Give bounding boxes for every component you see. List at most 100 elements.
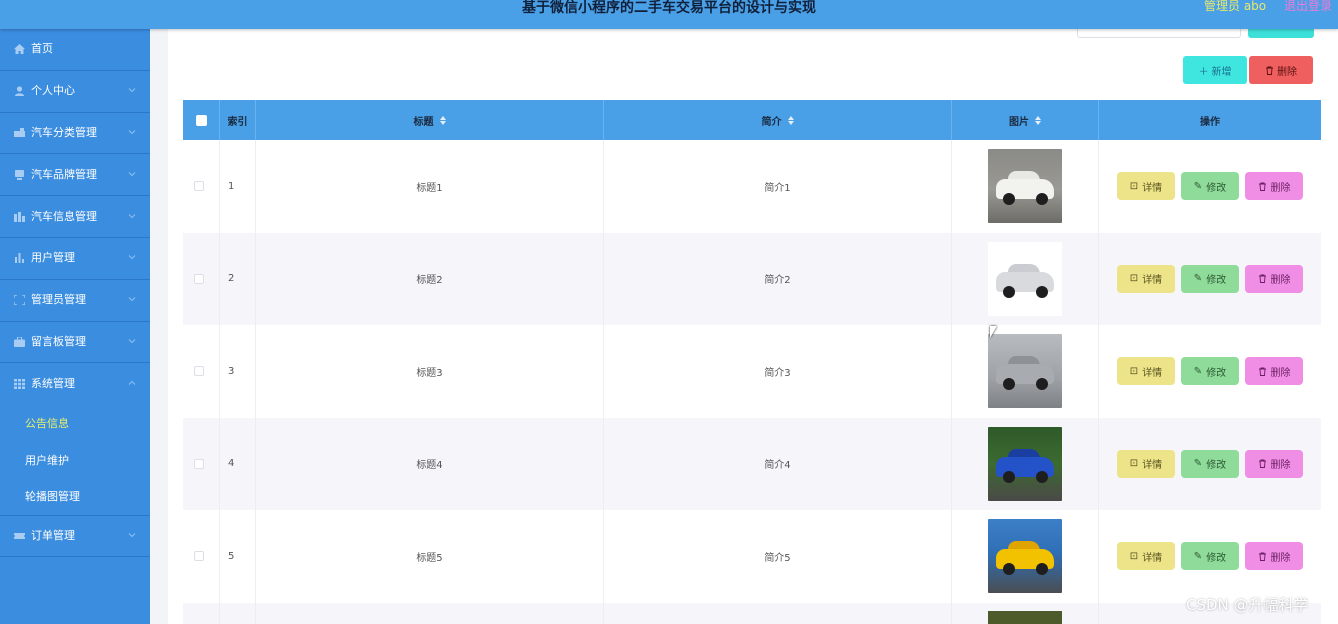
- mouse-cursor: [990, 326, 997, 338]
- sidebar-item-label: 汽车分类管理: [31, 125, 97, 139]
- intro-cell: [604, 602, 952, 624]
- table-row: 5 标题5 简介5 ⊡ 详情 ✎ 修改 删除: [183, 510, 1321, 603]
- select-all-checkbox[interactable]: [195, 114, 207, 126]
- car-image[interactable]: [988, 149, 1062, 224]
- title-cell: 标题1: [256, 140, 604, 233]
- chevron-down-icon: [128, 533, 136, 538]
- delete-button[interactable]: 删除: [1245, 449, 1303, 478]
- edit-button[interactable]: ✎ 修改: [1181, 264, 1239, 293]
- sidebar-item-message-board[interactable]: 留言板管理: [0, 322, 150, 364]
- sidebar-item-home[interactable]: 首页: [0, 29, 150, 71]
- briefcase-icon: [14, 336, 25, 347]
- header-image[interactable]: 图片: [952, 100, 1099, 140]
- edit-button[interactable]: ✎ 修改: [1181, 542, 1239, 571]
- edit-icon: ✎: [1193, 365, 1203, 377]
- car-category-icon: [14, 127, 25, 138]
- action-cell: ⊡ 详情 ✎ 修改 删除: [1099, 325, 1321, 418]
- trash-icon: [1258, 459, 1266, 469]
- search-input[interactable]: [1077, 29, 1241, 38]
- sidebar-item-orders[interactable]: 订单管理: [0, 516, 150, 558]
- logout-link[interactable]: 退出登录: [1284, 0, 1332, 14]
- header-index-label: 索引: [227, 116, 248, 128]
- action-cell: ⊡ 详情 ✎ 修改 删除: [1099, 510, 1321, 603]
- delete-button[interactable]: 删除: [1245, 542, 1303, 571]
- delete-label: 删除: [1270, 275, 1291, 287]
- grid-icon: [14, 379, 25, 390]
- sidebar-item-user-mgmt[interactable]: 用户管理: [0, 238, 150, 280]
- sidebar-subitem-notice[interactable]: 公告信息: [0, 405, 150, 442]
- batch-delete-label: 删除: [1277, 66, 1297, 78]
- edit-button[interactable]: ✎ 修改: [1181, 449, 1239, 478]
- table-row: 3 标题3 简介3 ⊡ 详情 ✎ 修改 删除: [183, 325, 1321, 418]
- batch-delete-button[interactable]: 删除: [1249, 56, 1313, 84]
- sidebar-subitem-user-maintain[interactable]: 用户维护: [0, 442, 150, 479]
- car-image[interactable]: [988, 334, 1062, 409]
- car-image[interactable]: [988, 426, 1062, 501]
- action-cell: ⊡ 详情 ✎ 修改 删除: [1099, 418, 1321, 511]
- frame-icon: [13, 294, 26, 306]
- delete-button[interactable]: 删除: [1245, 357, 1303, 386]
- chevron-down-icon: [128, 339, 136, 344]
- detail-button[interactable]: ⊡ 详情: [1117, 357, 1175, 386]
- add-button[interactable]: ＋ 新增: [1183, 56, 1247, 84]
- delete-label: 删除: [1270, 182, 1291, 194]
- table-row: [183, 602, 1321, 624]
- header-action: 操作: [1099, 100, 1321, 140]
- image-cell: [952, 232, 1099, 325]
- sort-icon[interactable]: [787, 115, 794, 125]
- row-select-cell: [183, 325, 220, 418]
- car-image[interactable]: [988, 610, 1062, 624]
- index-cell: 1: [220, 140, 256, 233]
- detail-button[interactable]: ⊡ 详情: [1117, 172, 1175, 201]
- edit-button[interactable]: ✎ 修改: [1181, 357, 1239, 386]
- sidebar-item-personal[interactable]: 个人中心: [0, 71, 150, 113]
- detail-button[interactable]: ⊡ 详情: [1117, 264, 1175, 293]
- detail-label: 详情: [1142, 367, 1163, 379]
- header-intro[interactable]: 简介: [604, 100, 952, 140]
- detail-icon: ⊡: [1129, 550, 1139, 562]
- sidebar-item-car-category[interactable]: 汽车分类管理: [0, 113, 150, 155]
- detail-icon: ⊡: [1129, 365, 1139, 377]
- sort-icon[interactable]: [439, 115, 446, 125]
- header-title[interactable]: 标题: [256, 100, 604, 140]
- delete-button[interactable]: 删除: [1245, 264, 1303, 293]
- detail-button[interactable]: ⊡ 详情: [1117, 542, 1175, 571]
- sidebar-item-label: 汽车品牌管理: [31, 167, 97, 181]
- header-title-label: 标题: [413, 116, 434, 128]
- car-image[interactable]: [988, 519, 1062, 594]
- action-cell: ⊡ 详情 ✎ 修改 删除: [1099, 233, 1321, 326]
- table-row: 1 标题1 简介1 ⊡ 详情 ✎ 修改 删除: [183, 140, 1321, 233]
- sidebar-subitem-carousel[interactable]: 轮播图管理: [0, 478, 150, 515]
- sidebar-item-system-mgmt[interactable]: 系统管理: [0, 363, 150, 405]
- edit-button[interactable]: ✎ 修改: [1181, 172, 1239, 201]
- row-checkbox[interactable]: [194, 551, 204, 562]
- row-checkbox[interactable]: [194, 366, 204, 377]
- home-icon: [14, 44, 25, 55]
- trash-icon: [1258, 552, 1266, 561]
- row-checkbox[interactable]: [194, 458, 204, 469]
- edit-icon: ✎: [1193, 273, 1203, 285]
- sidebar-item-car-info[interactable]: 汽车信息管理: [0, 196, 150, 238]
- edit-label: 修改: [1206, 275, 1227, 287]
- intro-cell: 简介4: [604, 417, 952, 510]
- sidebar: 首页 个人中心 汽车分类管理 汽车品牌管理 汽车信息管理 用户管理 管理员管理 …: [0, 29, 150, 624]
- row-select-cell: [183, 417, 220, 510]
- image-cell: [952, 602, 1099, 624]
- sidebar-item-car-brand[interactable]: 汽车品牌管理: [0, 154, 150, 197]
- title-cell: [256, 602, 604, 624]
- intro-cell: 简介2: [604, 232, 952, 325]
- detail-button[interactable]: ⊡ 详情: [1117, 449, 1175, 478]
- plus-icon: ＋: [1198, 66, 1209, 78]
- header-select-all[interactable]: [183, 100, 220, 140]
- search-button[interactable]: [1248, 29, 1314, 38]
- row-checkbox[interactable]: [194, 273, 204, 284]
- image-cell: [952, 417, 1099, 510]
- row-select-cell: [183, 232, 220, 325]
- sort-icon[interactable]: [1035, 115, 1041, 125]
- delete-button[interactable]: 删除: [1245, 172, 1303, 201]
- sidebar-item-admin-mgmt[interactable]: 管理员管理: [0, 280, 150, 322]
- detail-icon: ⊡: [1129, 180, 1139, 192]
- trash-icon: [1258, 367, 1266, 376]
- car-image[interactable]: [988, 241, 1062, 316]
- row-checkbox[interactable]: [194, 181, 204, 192]
